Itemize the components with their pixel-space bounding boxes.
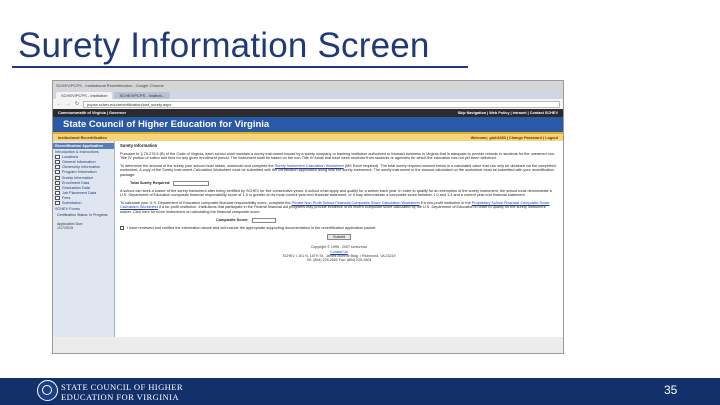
verification-row: I have reviewed and verified the informa… <box>120 226 558 231</box>
status-box-icon <box>55 159 60 164</box>
commonwealth-links[interactable]: Commonwealth of Virginia | Governor <box>58 111 126 115</box>
forward-arrow-icon[interactable]: → <box>65 101 71 107</box>
composite-score-instructions: To calculate your U.S. Department of Edu… <box>120 201 558 215</box>
section-title: Institutional Recertification <box>58 135 107 140</box>
status-box-icon <box>55 154 60 159</box>
status-box-icon <box>55 165 60 170</box>
section-status-bar: Institutional Recertification Welcome, g… <box>53 134 563 141</box>
status-box-icon <box>55 175 60 180</box>
nonprofit-worksheet-link[interactable]: Private Non-Profit School Financial Comp… <box>292 201 420 205</box>
commonwealth-bar: Commonwealth of Virginia | Governor Skip… <box>53 109 563 117</box>
title-underline <box>12 66 468 68</box>
total-surety-row: Total Surety Required: <box>130 180 558 186</box>
schev-seal-icon <box>37 380 58 401</box>
slide-title: Surety Information Screen <box>18 26 430 65</box>
browser-window-title: SCHEV/PCPS - Institutional Recertificati… <box>56 83 164 88</box>
sidebar-item-label: Graduation Data <box>62 185 90 190</box>
page-number: 35 <box>664 383 678 397</box>
verification-checkbox[interactable] <box>120 225 124 230</box>
browser-tab-strip: SCHEV/PCPS - Institution SCHEV/PCPS - In… <box>53 90 563 99</box>
sidebar-item-label: Introduction & Instructions <box>55 149 99 154</box>
instruction-text: if a non-profit institution or the <box>420 200 471 205</box>
url-input[interactable]: pcpse.schev.edu/recertification/inst_sur… <box>83 100 560 108</box>
instruction-text: To determine the amount of the surety yo… <box>120 163 274 168</box>
sidebar-item-label: Submission <box>62 201 82 206</box>
user-links[interactable]: Welcome, gluh3283 | Change Password | Lo… <box>471 136 558 140</box>
status-box-icon <box>55 180 60 185</box>
status-box-icon <box>55 201 60 206</box>
status-box-icon <box>55 185 60 190</box>
verification-text: I have reviewed and verified the informa… <box>127 225 377 230</box>
back-arrow-icon[interactable]: ← <box>56 101 62 107</box>
sidebar-item-label: Job Placement Data <box>62 191 97 196</box>
application-due: Application Due: 1/17/2015 <box>53 220 114 233</box>
sidebar-item-label: Locations <box>62 154 79 159</box>
submit-wrap: Submit <box>120 234 558 241</box>
status-box-icon <box>55 196 60 201</box>
composite-score-label: Composite Score: <box>216 217 249 222</box>
status-box-icon <box>55 191 60 196</box>
application-body: Recertification Application Introduction… <box>53 141 563 337</box>
org-name-line2: EDUCATION FOR VIRGINIA <box>61 392 179 402</box>
total-surety-input[interactable] <box>173 180 210 186</box>
waiver-text: A school can seek a waiver of the surety… <box>120 188 552 198</box>
reload-icon[interactable]: ↻ <box>74 101 80 107</box>
footer-phone: Tel: (804) 225-2600 Fax: (804) 225-2604 <box>306 258 372 263</box>
sidebar-item-label: General Information <box>62 159 96 164</box>
application-due-date: 1/17/2015 <box>57 226 73 231</box>
org-name-line1: STATE COUNCIL OF HIGHER <box>61 382 184 392</box>
content-heading: Surety Information <box>120 143 158 148</box>
sidebar-item-label: Fees <box>62 196 71 201</box>
surety-worksheet-link[interactable]: Surety Instrument Calculation Worksheet <box>275 164 344 168</box>
embedded-screenshot: SCHEV/PCPS - Institutional Recertificati… <box>52 80 564 354</box>
sidebar-item-label: SCHEV Forms <box>55 206 80 211</box>
utility-links[interactable]: Skip Navigation | Web Policy | Intranet … <box>458 111 558 115</box>
address-bar: ← → ↻ pcpse.schev.edu/recertification/in… <box>53 99 563 109</box>
submit-button[interactable]: Submit <box>327 234 351 241</box>
sidebar-item-label: Program Information <box>62 170 97 175</box>
sidebar-item-label: Enrollment Data <box>62 180 90 185</box>
composite-score-input[interactable] <box>251 217 276 223</box>
sidebar-item-label: Ownership Information <box>62 165 101 170</box>
instruction-text: if a for-profit institution. Institution… <box>120 205 546 214</box>
recertification-sidebar: Recertification Application Introduction… <box>53 141 115 337</box>
composite-score-row: Composite Score: <box>216 217 558 223</box>
sidebar-item-label: Surety Information <box>62 175 94 180</box>
surety-content: Surety Information Pursuant to § 23-276.… <box>115 141 563 337</box>
status-box-icon <box>55 170 60 175</box>
seal-inner-ring <box>42 385 52 395</box>
surety-intro-text: Pursuant to § 23-276.5 (B) of the Code o… <box>120 151 556 161</box>
site-banner: State Council of Higher Education for Vi… <box>53 117 563 134</box>
browser-tab-active[interactable]: SCHEV/PCPS - Institution <box>56 92 113 99</box>
browser-tab-inactive[interactable]: SCHEV/PCPS - Instituti... <box>114 92 170 99</box>
worksheet-instructions: To determine the amount of the surety yo… <box>120 164 558 178</box>
certification-status: Certification Status: In Progress <box>57 213 108 218</box>
browser-titlebar: SCHEV/PCPS - Institutional Recertificati… <box>53 81 563 90</box>
total-surety-label: Total Surety Required: <box>130 180 171 185</box>
instruction-text: To calculate your U.S. Department of Edu… <box>120 200 291 205</box>
